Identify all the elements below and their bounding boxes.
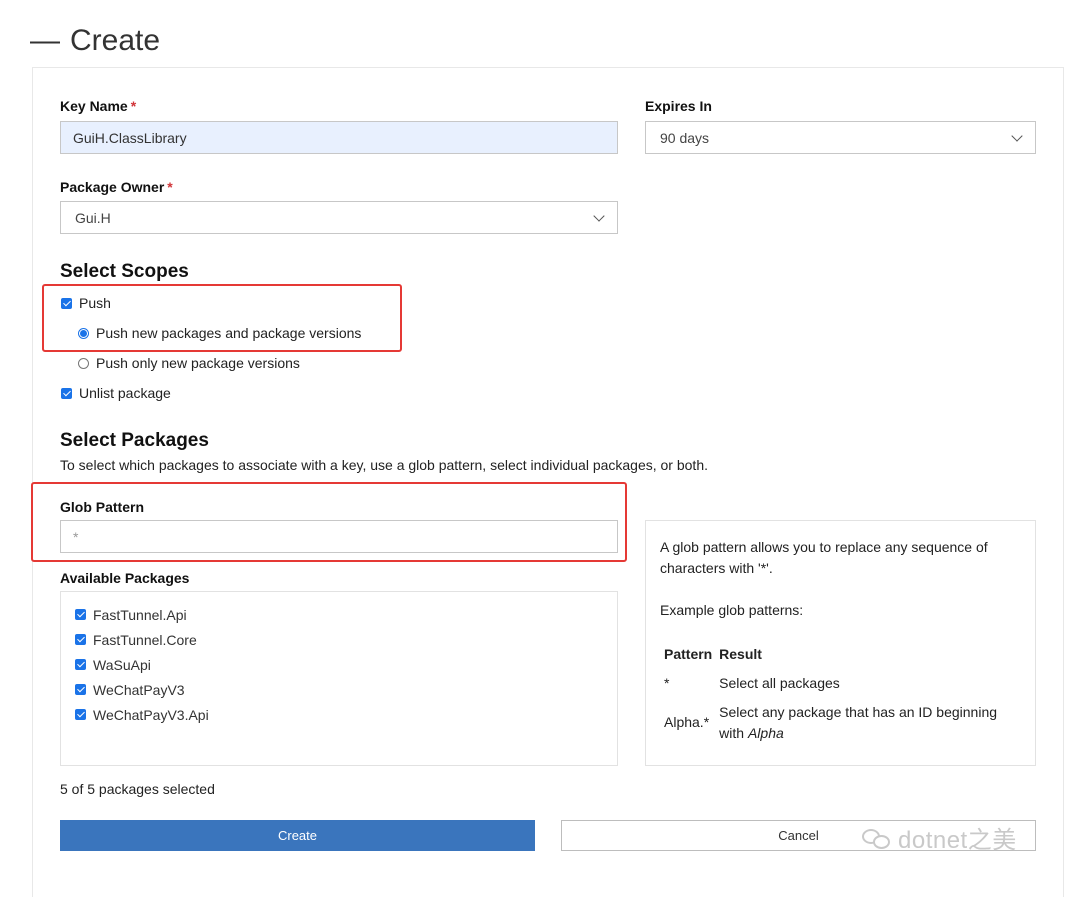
checkbox-checked-icon[interactable] [75, 659, 86, 670]
table-row: * Select all packages [664, 675, 840, 691]
glob-examples-table: Pattern Result * Select all packages Alp… [664, 643, 1019, 744]
select-packages-heading: Select Packages [60, 430, 209, 451]
package-owner-label: Package Owner * [60, 179, 173, 195]
key-name-label: Key Name * [60, 98, 137, 114]
package-item[interactable]: WeChatPayV3.Api [75, 702, 209, 727]
push-only-label: Push only new package versions [96, 355, 300, 371]
package-owner-value: Gui.H [75, 209, 111, 226]
checkbox-checked-icon[interactable] [75, 634, 86, 645]
unlist-label: Unlist package [79, 385, 171, 401]
page-title: Create [70, 24, 161, 57]
key-name-input[interactable] [60, 121, 618, 154]
chevron-down-icon [1011, 129, 1023, 142]
table-row: Alpha.* Select any package that has an I… [664, 704, 998, 741]
select-packages-description: To select which packages to associate wi… [60, 457, 708, 473]
glob-help-text: A glob pattern allows you to replace any… [660, 539, 988, 576]
checkbox-checked-icon[interactable] [75, 709, 86, 720]
glob-help-panel: A glob pattern allows you to replace any… [645, 520, 1036, 766]
table-header-result: Result [719, 645, 762, 662]
create-form-card: Key Name* Expires In 90 days Package Own… [31, 67, 1064, 897]
available-packages-list[interactable]: FastTunnel.Api FastTunnel.Core WaSuApi W… [60, 591, 618, 766]
select-scopes-heading: Select Scopes [60, 261, 189, 282]
expires-in-value: 90 days [660, 129, 710, 146]
unlist-checkbox[interactable]: Unlist package [61, 385, 171, 401]
create-button[interactable]: Create [60, 820, 535, 851]
package-item[interactable]: WaSuApi [75, 652, 209, 677]
radio-unselected-icon[interactable] [78, 357, 89, 369]
watermark: dotnet之美 [862, 820, 1017, 855]
selected-count: 5 of 5 packages selected [60, 781, 215, 797]
required-marker: * [130, 98, 137, 114]
checkbox-checked-icon[interactable] [75, 684, 86, 695]
collapse-icon[interactable]: — [30, 24, 60, 58]
table-header-pattern: Pattern [664, 645, 713, 662]
package-owner-select[interactable]: Gui.H [60, 201, 618, 234]
available-packages-label: Available Packages [60, 570, 190, 586]
package-item[interactable]: WeChatPayV3 [75, 677, 209, 702]
required-marker: * [167, 179, 173, 195]
expires-in-select[interactable]: 90 days [645, 121, 1036, 154]
expires-in-label: Expires In [645, 98, 712, 114]
chevron-down-icon [593, 209, 605, 222]
highlight-box-glob [31, 482, 627, 562]
push-only-radio[interactable]: Push only new package versions [78, 355, 300, 371]
glob-help-examples-title: Example glob patterns: [660, 602, 804, 618]
page-header[interactable]: — Create [30, 24, 160, 58]
package-item[interactable]: FastTunnel.Core [75, 627, 209, 652]
checkbox-checked-icon[interactable] [61, 387, 72, 399]
checkbox-checked-icon[interactable] [75, 609, 86, 620]
highlight-box-scopes [42, 284, 402, 352]
package-item[interactable]: FastTunnel.Api [75, 602, 209, 627]
wechat-icon [862, 827, 892, 849]
